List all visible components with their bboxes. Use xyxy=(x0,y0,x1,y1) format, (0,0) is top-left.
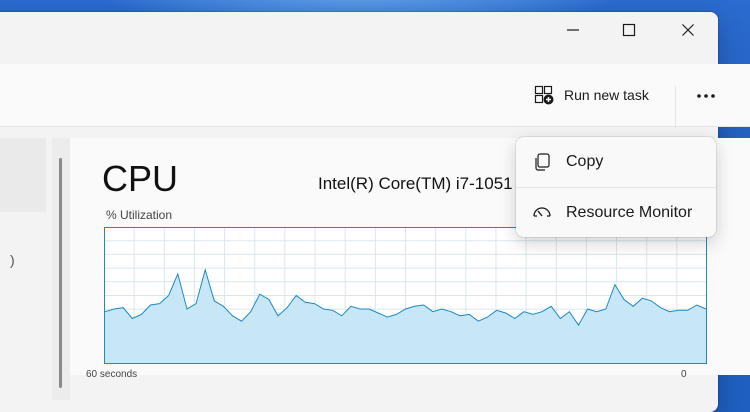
page-title: CPU xyxy=(102,158,179,199)
maximize-icon xyxy=(622,23,636,37)
sidebar-selected-item[interactable] xyxy=(0,138,46,212)
menu-item-label: Resource Monitor xyxy=(566,204,693,221)
resource-monitor-icon xyxy=(533,207,551,217)
more-options-icon xyxy=(697,94,715,98)
utilization-label: % Utilization xyxy=(106,208,173,222)
menu-divider xyxy=(516,187,716,188)
scrollbar-thumb[interactable] xyxy=(59,158,62,388)
sidebar-partial-text: ) xyxy=(10,252,15,268)
run-new-task-label: Run new task xyxy=(564,87,649,103)
run-new-task-button[interactable]: Run new task xyxy=(534,83,649,107)
close-icon xyxy=(682,24,694,36)
menu-item-label: Copy xyxy=(566,153,604,170)
close-button[interactable] xyxy=(665,12,711,48)
minimize-icon xyxy=(567,29,579,31)
more-options-menu: Copy Resource Monitor xyxy=(516,137,716,237)
cpu-utilization-graph xyxy=(104,227,707,364)
menu-item-copy[interactable]: Copy xyxy=(520,141,712,183)
toolbar-divider xyxy=(675,86,676,128)
minimize-button[interactable] xyxy=(550,12,596,48)
run-task-icon xyxy=(534,85,554,105)
cpu-model-name: Intel(R) Core(TM) i7-1051 xyxy=(318,174,513,193)
menu-item-resource-monitor[interactable]: Resource Monitor xyxy=(520,192,712,234)
maximize-button[interactable] xyxy=(606,12,652,48)
copy-icon xyxy=(535,153,550,171)
more-options-button[interactable] xyxy=(690,80,722,112)
